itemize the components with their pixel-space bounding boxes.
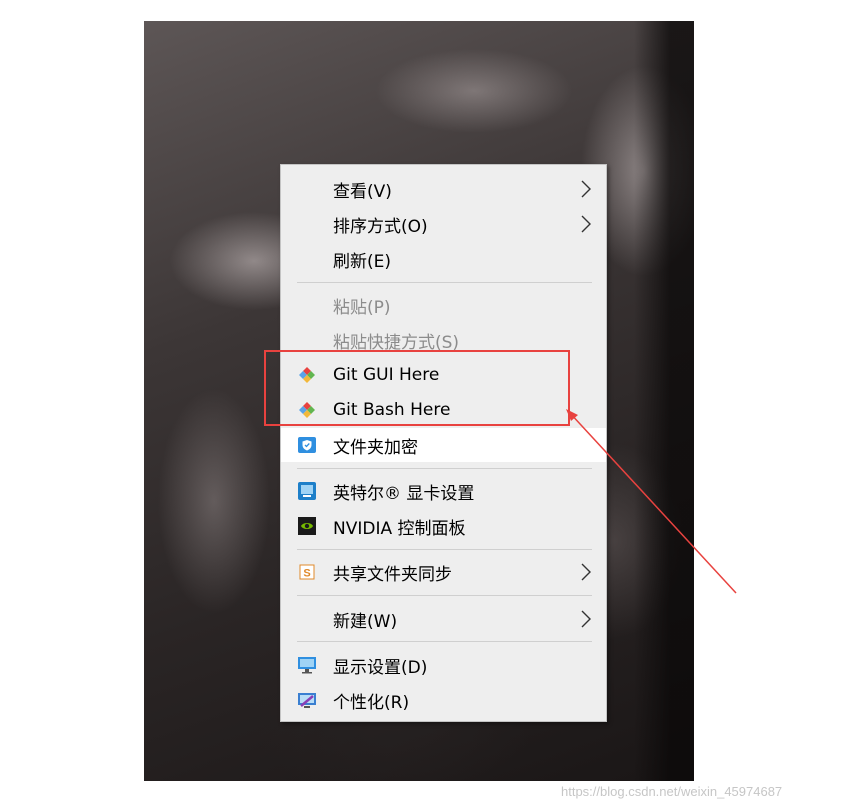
svg-text:S: S: [303, 568, 310, 580]
folder-shield-icon: [298, 437, 316, 453]
menu-item-paste: 粘贴(P): [281, 288, 606, 322]
wallpaper-shadow: [634, 21, 694, 781]
menu-item-label: 粘贴(P): [333, 297, 391, 318]
menu-separator: [297, 641, 592, 642]
watermark: https://blog.csdn.net/weixin_45974687: [561, 784, 783, 799]
chevron-right-icon: [581, 610, 591, 628]
menu-item-git-gui-here[interactable]: Git GUI Here: [281, 358, 606, 392]
chevron-right-icon: [581, 180, 591, 198]
menu-separator: [297, 549, 592, 550]
menu-item-sort-by[interactable]: 排序方式(O): [281, 207, 606, 241]
menu-item-label: NVIDIA 控制面板: [333, 518, 466, 539]
menu-item-label: 显示设置(D): [333, 657, 428, 678]
nvidia-icon: [298, 517, 316, 535]
menu-item-shared-folder-sync[interactable]: S 共享文件夹同步: [281, 555, 606, 589]
display-settings-icon: [298, 657, 316, 674]
menu-item-label: 英特尔® 显卡设置: [333, 483, 475, 504]
menu-item-label: 排序方式(O): [333, 216, 428, 237]
menu-item-view[interactable]: 查看(V): [281, 172, 606, 206]
menu-item-paste-shortcut: 粘贴快捷方式(S): [281, 323, 606, 357]
menu-item-label: Git GUI Here: [333, 365, 440, 385]
menu-item-label: Git Bash Here: [333, 400, 451, 420]
menu-item-label: 新建(W): [333, 611, 398, 632]
menu-item-new[interactable]: 新建(W): [281, 602, 606, 636]
menu-item-label: 个性化(R): [333, 692, 410, 713]
menu-item-intel-graphics-settings[interactable]: 英特尔® 显卡设置: [281, 474, 606, 508]
menu-item-refresh[interactable]: 刷新(E): [281, 242, 606, 276]
intel-graphics-icon: [298, 482, 316, 500]
context-menu: 查看(V) 排序方式(O) 刷新(E) 粘贴(P) 粘贴快捷方式(S) Git …: [280, 164, 607, 722]
shared-folder-sync-icon: S: [299, 564, 315, 580]
personalize-icon: [298, 693, 316, 708]
menu-item-nvidia-control-panel[interactable]: NVIDIA 控制面板: [281, 509, 606, 543]
menu-item-folder-encrypt[interactable]: 文件夹加密: [281, 428, 606, 462]
menu-item-label: 共享文件夹同步: [333, 564, 452, 585]
menu-separator: [297, 468, 592, 469]
menu-item-label: 文件夹加密: [333, 437, 418, 458]
menu-item-git-bash-here[interactable]: Git Bash Here: [281, 393, 606, 427]
git-logo-icon: [299, 367, 315, 383]
git-logo-icon: [299, 402, 315, 418]
chevron-right-icon: [581, 215, 591, 233]
menu-separator: [297, 595, 592, 596]
menu-item-label: 粘贴快捷方式(S): [333, 332, 460, 353]
menu-item-label: 刷新(E): [333, 251, 392, 272]
menu-item-label: 查看(V): [333, 181, 392, 202]
menu-separator: [297, 282, 592, 283]
menu-item-display-settings[interactable]: 显示设置(D): [281, 648, 606, 682]
chevron-right-icon: [581, 563, 591, 581]
menu-item-personalize[interactable]: 个性化(R): [281, 683, 606, 717]
